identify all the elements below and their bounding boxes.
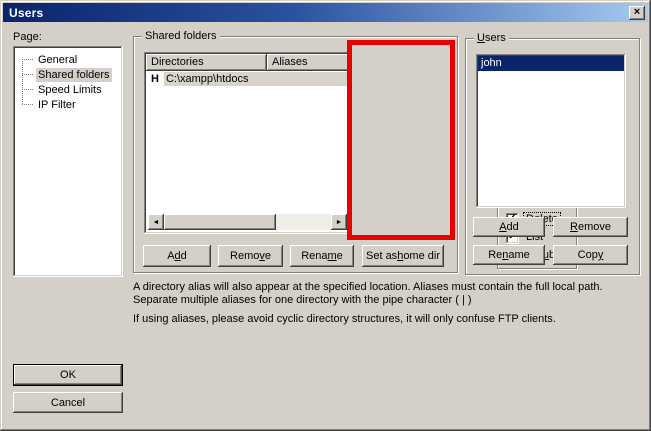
alias-note-text: A directory alias will also appear at th… (133, 281, 635, 307)
list-header: Directories Aliases (146, 54, 349, 71)
ok-button[interactable]: OK (13, 364, 123, 386)
cyclic-note-text: If using aliases, please avoid cyclic di… (133, 313, 635, 326)
close-icon[interactable]: × (629, 6, 645, 20)
page-item-ip-filter[interactable]: IP Filter (13, 97, 123, 112)
directory-path: C:\xampp\htdocs (164, 72, 349, 86)
users-group-label: Users (474, 32, 509, 45)
page-item-shared-folders[interactable]: Shared folders (13, 67, 123, 82)
users-group: Users john (465, 38, 640, 275)
tree-line (22, 74, 33, 75)
page-label: Page: (13, 31, 42, 43)
scroll-right-icon[interactable]: ► (331, 214, 347, 230)
set-as-home-dir-button[interactable]: Set as home dir (362, 245, 444, 267)
column-header-directories[interactable]: Directories (146, 54, 267, 71)
column-header-aliases[interactable]: Aliases (267, 54, 349, 71)
cancel-button[interactable]: Cancel (13, 392, 123, 413)
folder-remove-button[interactable]: Remove (218, 245, 283, 267)
users-dialog: Users × Page: General Shared folders Spe… (0, 0, 651, 431)
page-list: General Shared folders Speed Limits IP F… (13, 46, 123, 277)
users-list: john (476, 54, 626, 208)
tree-line (22, 59, 33, 60)
user-rename-button[interactable]: Rename (473, 245, 545, 265)
home-marker: H (151, 73, 159, 85)
user-item-john[interactable]: john (478, 56, 624, 71)
folder-rename-button[interactable]: Rename (290, 245, 354, 267)
titlebar[interactable]: Users × (3, 3, 648, 22)
folder-add-button[interactable]: Add (143, 245, 211, 267)
scrollbar-track[interactable] (164, 214, 331, 230)
scrollbar-thumb[interactable] (164, 214, 276, 230)
page-tree: General Shared folders Speed Limits IP F… (13, 46, 123, 112)
user-copy-button[interactable]: Copy (553, 245, 628, 265)
user-remove-button[interactable]: Remove (553, 217, 628, 237)
horizontal-scrollbar[interactable]: ◄ ► (148, 214, 347, 230)
shared-folders-group-label: Shared folders (142, 30, 220, 43)
page-item-general[interactable]: General (13, 52, 123, 67)
page-item-speed-limits[interactable]: Speed Limits (13, 82, 123, 97)
directory-row[interactable]: H C:\xampp\htdocs (146, 71, 349, 87)
scroll-left-icon[interactable]: ◄ (148, 214, 164, 230)
window-title: Users (9, 6, 629, 20)
tree-line (22, 89, 33, 90)
shared-folders-group: Shared folders Directories Aliases H C:\… (133, 36, 458, 273)
shared-folders-list: Directories Aliases H C:\xampp\htdocs ◄ … (144, 52, 351, 234)
user-add-button[interactable]: Add (473, 217, 545, 237)
tree-line (22, 104, 33, 105)
